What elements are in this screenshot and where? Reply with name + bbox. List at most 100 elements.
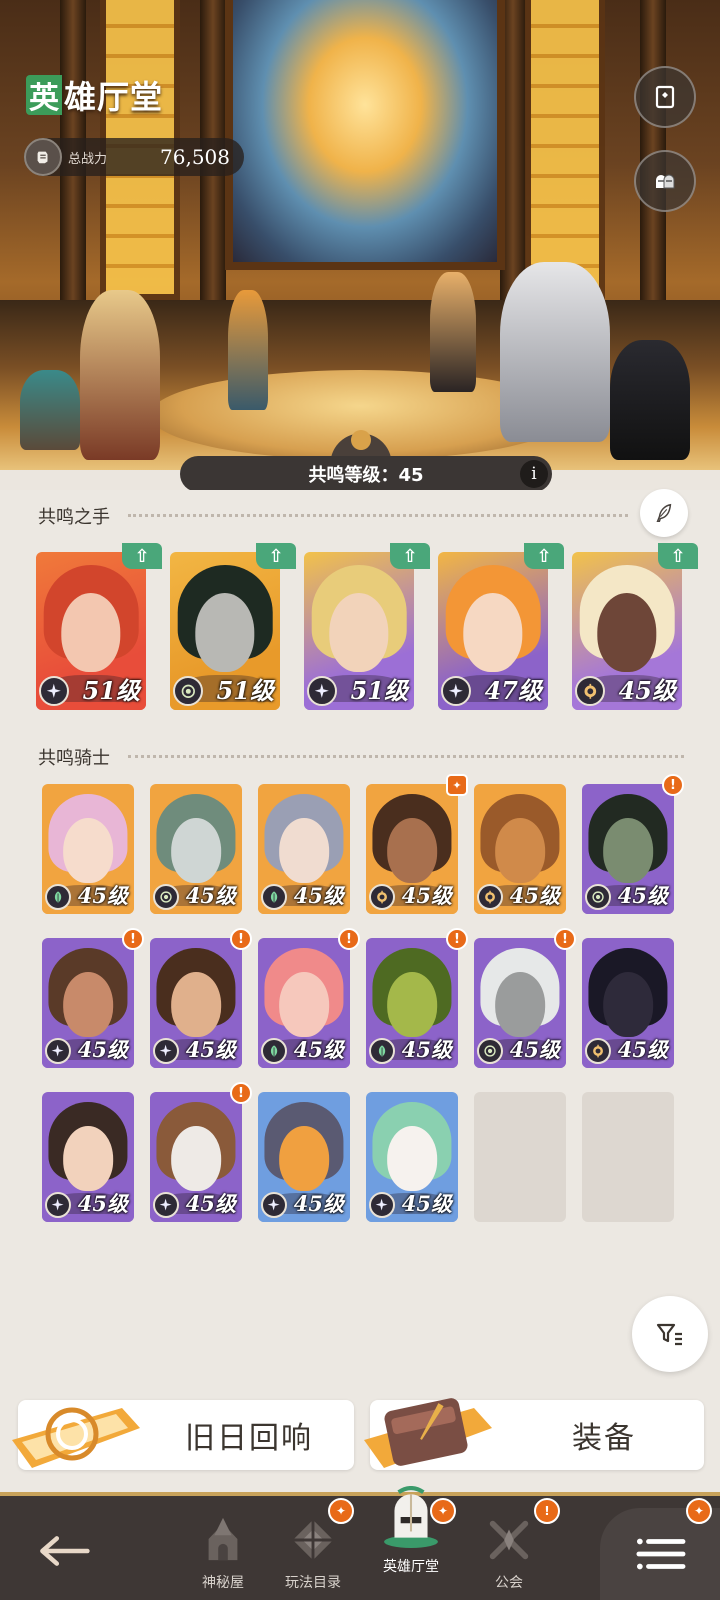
star-icon [369, 1192, 395, 1218]
hero-card[interactable]: 45级 [42, 938, 134, 1068]
gift-badge-icon: ✦ [686, 1498, 712, 1524]
alert-badge-icon: ! [338, 928, 360, 950]
hero-figure[interactable] [610, 340, 690, 460]
old-echoes-label: 旧日回响 [185, 1421, 313, 1456]
eye-icon [153, 884, 179, 910]
hero-face [171, 1125, 221, 1191]
hero-card[interactable]: 45级 [42, 784, 134, 914]
helmets-button[interactable] [634, 150, 696, 212]
star-icon [153, 1038, 179, 1064]
hero-card[interactable]: 51级 [36, 552, 146, 710]
equipment-button[interactable]: 装备 [364, 1398, 704, 1470]
nav-label: 英雄厅堂 [383, 1559, 439, 1575]
star-icon [45, 1192, 71, 1218]
resonance-level-text: 共鸣等级：45 [308, 465, 424, 486]
section-title-knights: 共鸣骑士 [38, 748, 110, 769]
quill-icon [656, 503, 672, 522]
leaf-icon [45, 884, 71, 910]
eye-icon [477, 1038, 503, 1064]
alert-badge-icon: ! [230, 928, 252, 950]
hero-face [495, 817, 545, 883]
hero-card[interactable]: 45级 [150, 938, 242, 1068]
star-icon [153, 1192, 179, 1218]
hero-figure[interactable] [430, 272, 476, 392]
hero-level: 45级 [293, 883, 344, 908]
title-text: 雄厅堂 [64, 78, 164, 116]
hero-figure[interactable] [20, 370, 80, 450]
resonance-level-bar[interactable]: 共鸣等级：45 [180, 456, 552, 492]
hero-card[interactable]: 45级 [366, 784, 458, 914]
hero-card[interactable]: 45级 [258, 1092, 350, 1222]
hero-level: 45级 [509, 1037, 560, 1062]
hero-face [279, 1125, 329, 1191]
hero-level: 45级 [293, 1191, 344, 1216]
upgrade-arrow-icon: ⇧ [658, 543, 698, 569]
mind-icon [585, 1038, 611, 1064]
hero-card[interactable]: 45级 [150, 1092, 242, 1222]
hero-face [495, 971, 545, 1037]
upgrade-arrow-icon: ⇧ [122, 543, 162, 569]
codex-button[interactable] [634, 66, 696, 128]
alert-badge-icon: ! [122, 928, 144, 950]
equipment-chest-icon [364, 1398, 492, 1468]
hero-level: 45级 [77, 883, 128, 908]
hero-level: 45级 [509, 883, 560, 908]
alert-badge-icon: ! [534, 1498, 560, 1524]
hero-card[interactable]: 47级 [438, 552, 548, 710]
eye-icon [585, 884, 611, 910]
hero-level: 45级 [185, 1037, 236, 1062]
back-button[interactable] [24, 1516, 104, 1586]
hero-card[interactable]: 45级 [258, 938, 350, 1068]
hero-level: 45级 [401, 1037, 452, 1062]
hero-figure[interactable] [500, 262, 610, 442]
hero-card[interactable]: 45级 [258, 784, 350, 914]
hero-hall-scene: 英 雄厅堂 总战力 76,508 [0, 0, 720, 470]
power-fist-icon [24, 138, 62, 176]
echoes-relic-icon [12, 1407, 140, 1468]
nav-label: 玩法目录 [285, 1575, 341, 1591]
hero-card[interactable]: 45级 [572, 552, 682, 710]
hero-card[interactable]: 45级 [366, 1092, 458, 1222]
hero-level: 51级 [82, 676, 140, 705]
divider [128, 755, 684, 758]
hero-card[interactable]: 45级 [582, 938, 674, 1068]
hero-card[interactable]: 45级 [474, 784, 566, 914]
hero-level: 45级 [77, 1191, 128, 1216]
hero-face [63, 817, 113, 883]
gift-badge-icon: ✦ [328, 1498, 354, 1524]
heroic-mural [225, 0, 505, 270]
hero-figure[interactable] [80, 290, 160, 460]
info-icon[interactable]: i [520, 460, 548, 488]
hero-card[interactable]: 45级 [150, 784, 242, 914]
nav-item-hero-hall[interactable]: 英雄厅堂 [356, 1480, 466, 1588]
hero-face [63, 1125, 113, 1191]
book-icon [655, 85, 675, 109]
leaf-icon [261, 884, 287, 910]
power-label: 总战力 [68, 151, 108, 167]
hero-level: 45级 [293, 1037, 344, 1062]
divider [128, 514, 628, 517]
leaf-icon [261, 1038, 287, 1064]
quill-button[interactable] [640, 489, 688, 537]
old-echoes-button[interactable]: 旧日回响 [12, 1400, 354, 1470]
hero-card[interactable]: 51级 [304, 552, 414, 710]
menu-list-icon [636, 1538, 686, 1570]
hero-face [387, 971, 437, 1037]
helmets-icon [656, 174, 675, 189]
hero-face [597, 593, 657, 673]
empty-slot [582, 1092, 674, 1222]
hero-face [171, 971, 221, 1037]
hero-level: 45级 [185, 1191, 236, 1216]
guild-icon [489, 1520, 529, 1560]
hero-card[interactable]: 45级 [582, 784, 674, 914]
hero-level: 45级 [401, 883, 452, 908]
hero-card[interactable]: 45级 [366, 938, 458, 1068]
nav-label: 公会 [495, 1575, 523, 1591]
hero-card[interactable]: 45级 [42, 1092, 134, 1222]
filter-button[interactable] [632, 1296, 708, 1372]
hero-card[interactable]: 51级 [170, 552, 280, 710]
hero-face [279, 971, 329, 1037]
hero-card[interactable]: 45级 [474, 938, 566, 1068]
equipment-label: 装备 [572, 1421, 636, 1456]
hero-figure[interactable] [228, 290, 268, 410]
